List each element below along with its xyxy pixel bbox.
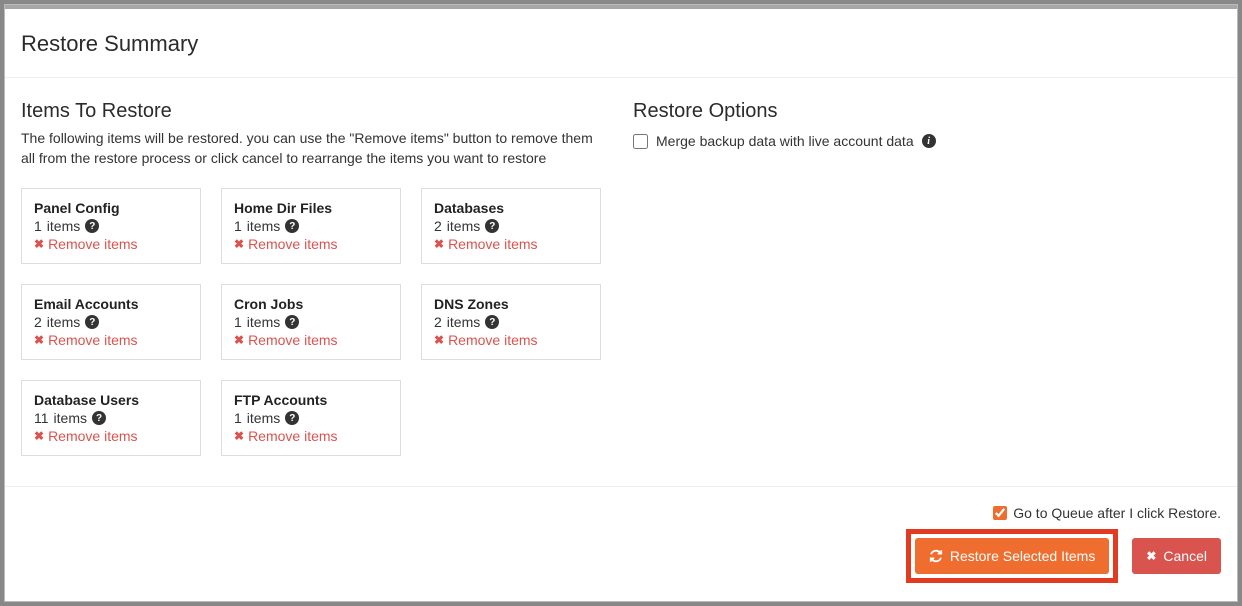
- help-icon[interactable]: ?: [285, 411, 299, 425]
- close-icon: ✖: [34, 429, 44, 443]
- queue-checkbox[interactable]: [993, 506, 1007, 520]
- card-items-word: items: [447, 218, 480, 234]
- card-items-count: 1 items?: [234, 314, 388, 330]
- remove-items-button[interactable]: ✖ Remove items: [234, 428, 338, 444]
- restore-item-card: Cron Jobs 1 items? ✖ Remove items: [221, 284, 401, 360]
- items-to-restore-column: Items To Restore The following items wil…: [21, 100, 609, 470]
- merge-checkbox[interactable]: [633, 134, 648, 149]
- footer: Go to Queue after I click Restore. Resto…: [5, 486, 1237, 601]
- merge-label: Merge backup data with live account data: [656, 133, 914, 149]
- info-icon[interactable]: i: [922, 134, 936, 148]
- restore-item-card: Databases 2 items? ✖ Remove items: [421, 188, 601, 264]
- card-items-word: items: [54, 410, 87, 426]
- card-items-count: 1 items?: [234, 218, 388, 234]
- card-items-word: items: [247, 410, 280, 426]
- close-icon: ✖: [434, 333, 444, 347]
- cancel-button[interactable]: ✖ Cancel: [1132, 538, 1221, 574]
- remove-items-label: Remove items: [248, 428, 337, 444]
- remove-items-button[interactable]: ✖ Remove items: [234, 332, 338, 348]
- card-title: FTP Accounts: [234, 392, 388, 408]
- remove-items-label: Remove items: [248, 332, 337, 348]
- page-title: Restore Summary: [21, 31, 1221, 57]
- card-count-value: 11: [34, 410, 49, 426]
- card-items-word: items: [247, 314, 280, 330]
- card-title: Cron Jobs: [234, 296, 388, 312]
- restore-item-card: FTP Accounts 1 items? ✖ Remove items: [221, 380, 401, 456]
- queue-label: Go to Queue after I click Restore.: [1013, 505, 1221, 521]
- card-items-word: items: [47, 218, 80, 234]
- restore-item-card: Panel Config 1 items? ✖ Remove items: [21, 188, 201, 264]
- help-icon[interactable]: ?: [285, 315, 299, 329]
- card-title: Email Accounts: [34, 296, 188, 312]
- card-count-value: 2: [434, 314, 442, 330]
- remove-items-label: Remove items: [48, 428, 137, 444]
- card-title: Home Dir Files: [234, 200, 388, 216]
- help-icon[interactable]: ?: [92, 411, 106, 425]
- card-title: DNS Zones: [434, 296, 588, 312]
- restore-item-card: Database Users 11 items? ✖ Remove items: [21, 380, 201, 456]
- card-items-word: items: [47, 314, 80, 330]
- restore-summary-window: Restore Summary Items To Restore The fol…: [4, 4, 1238, 602]
- remove-items-button[interactable]: ✖ Remove items: [234, 236, 338, 252]
- restore-item-card: DNS Zones 2 items? ✖ Remove items: [421, 284, 601, 360]
- items-heading: Items To Restore: [21, 100, 609, 123]
- close-icon: ✖: [234, 333, 244, 347]
- card-count-value: 2: [434, 218, 442, 234]
- card-items-count: 11 items?: [34, 410, 188, 426]
- card-count-value: 1: [34, 218, 42, 234]
- card-count-value: 2: [34, 314, 42, 330]
- remove-items-button[interactable]: ✖ Remove items: [34, 236, 138, 252]
- queue-option-row[interactable]: Go to Queue after I click Restore.: [993, 505, 1221, 521]
- body: Items To Restore The following items wil…: [5, 78, 1237, 486]
- help-icon[interactable]: ?: [285, 219, 299, 233]
- close-icon: ✖: [34, 333, 44, 347]
- help-icon[interactable]: ?: [85, 315, 99, 329]
- card-items-count: 2 items?: [434, 218, 588, 234]
- remove-items-label: Remove items: [48, 236, 137, 252]
- card-items-count: 2 items?: [34, 314, 188, 330]
- card-title: Panel Config: [34, 200, 188, 216]
- options-heading: Restore Options: [633, 100, 1221, 123]
- card-count-value: 1: [234, 410, 242, 426]
- card-items-word: items: [447, 314, 480, 330]
- restore-selected-items-button[interactable]: Restore Selected Items: [915, 538, 1110, 574]
- items-grid: Panel Config1items?✖Remove itemsHome Dir…: [21, 188, 609, 456]
- card-count-value: 1: [234, 218, 242, 234]
- remove-items-label: Remove items: [248, 236, 337, 252]
- footer-buttons: Restore Selected Items ✖ Cancel: [906, 529, 1221, 583]
- restore-options-column: Restore Options Merge backup data with l…: [633, 100, 1221, 470]
- close-icon: ✖: [234, 429, 244, 443]
- title-bar: Restore Summary: [5, 9, 1237, 78]
- restore-item-card: Home Dir Files 1 items? ✖ Remove items: [221, 188, 401, 264]
- card-items-count: 1 items?: [34, 218, 188, 234]
- card-title: Databases: [434, 200, 588, 216]
- remove-items-button[interactable]: ✖ Remove items: [434, 332, 538, 348]
- card-items-count: 1 items?: [234, 410, 388, 426]
- restore-button-label: Restore Selected Items: [950, 548, 1096, 564]
- close-icon: ✖: [434, 237, 444, 251]
- card-count-value: 1: [234, 314, 242, 330]
- help-icon[interactable]: ?: [85, 219, 99, 233]
- card-items-count: 2 items?: [434, 314, 588, 330]
- close-icon: ✖: [234, 237, 244, 251]
- remove-items-label: Remove items: [448, 236, 537, 252]
- remove-items-button[interactable]: ✖ Remove items: [34, 428, 138, 444]
- card-title: Database Users: [34, 392, 188, 408]
- restore-highlight: Restore Selected Items: [906, 529, 1119, 583]
- cancel-button-label: Cancel: [1163, 548, 1207, 564]
- help-icon[interactable]: ?: [485, 315, 499, 329]
- remove-items-label: Remove items: [48, 332, 137, 348]
- card-items-word: items: [247, 218, 280, 234]
- refresh-icon: [929, 549, 943, 563]
- remove-items-button[interactable]: ✖ Remove items: [34, 332, 138, 348]
- remove-items-label: Remove items: [448, 332, 537, 348]
- close-icon: ✖: [34, 237, 44, 251]
- restore-item-card: Email Accounts 2 items? ✖ Remove items: [21, 284, 201, 360]
- close-icon: ✖: [1146, 549, 1156, 563]
- remove-items-button[interactable]: ✖ Remove items: [434, 236, 538, 252]
- merge-option-row[interactable]: Merge backup data with live account data…: [633, 133, 1221, 149]
- items-description: The following items will be restored. yo…: [21, 129, 601, 168]
- help-icon[interactable]: ?: [485, 219, 499, 233]
